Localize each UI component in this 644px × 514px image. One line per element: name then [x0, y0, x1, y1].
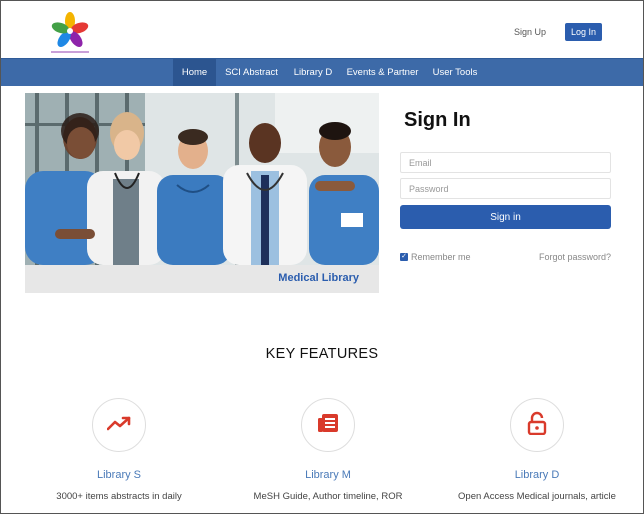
- nav-item-events-partner[interactable]: Events & Partner: [343, 59, 422, 86]
- feature-name-library-d[interactable]: Library D: [437, 469, 637, 481]
- nav-item-home[interactable]: Home: [173, 59, 216, 86]
- page-frame: Sign Up Log In Home SCI Abstract Library…: [0, 0, 644, 514]
- log-in-button[interactable]: Log In: [565, 23, 602, 41]
- trending-up-icon: [106, 415, 131, 436]
- signin-title: Sign In: [404, 109, 471, 131]
- nav-item-library-d[interactable]: Library D: [287, 59, 339, 86]
- nav-item-sci-abstract[interactable]: SCI Abstract: [220, 59, 283, 86]
- unlock-icon: [526, 411, 548, 440]
- feature-icon-circle[interactable]: [92, 398, 146, 452]
- remember-me: ✓ Remember me: [400, 252, 471, 262]
- nav-item-user-tools[interactable]: User Tools: [427, 59, 483, 86]
- hero-caption: Medical Library: [278, 272, 359, 284]
- features-title: KEY FEATURES: [265, 346, 379, 362]
- feature-desc-library-s: 3000+ items abstracts in daily: [56, 491, 182, 502]
- flower-logo-icon[interactable]: [45, 11, 95, 57]
- feature-name-library-m[interactable]: Library M: [228, 469, 428, 481]
- main-nav: Home SCI Abstract Library D Events & Par…: [1, 58, 643, 86]
- hero-banner: Medical Library: [25, 93, 379, 293]
- sign-up-link[interactable]: Sign Up: [514, 27, 546, 37]
- feature-name-library-s[interactable]: Library S: [19, 469, 219, 481]
- sign-in-button[interactable]: Sign in: [400, 205, 611, 229]
- feature-desc-library-m: MeSH Guide, Author timeline, ROR: [253, 491, 403, 502]
- feature-desc-library-d: Open Access Medical journals, article: [458, 491, 616, 502]
- forgot-password-link[interactable]: Forgot password?: [539, 252, 611, 262]
- newspaper-icon: [316, 411, 340, 440]
- email-field[interactable]: [400, 152, 611, 173]
- feature-icon-circle[interactable]: [301, 398, 355, 452]
- password-field[interactable]: [400, 178, 611, 199]
- remember-me-checkbox[interactable]: ✓: [400, 253, 408, 261]
- remember-me-label: Remember me: [411, 252, 471, 262]
- medical-staff-photo: [25, 93, 379, 265]
- site-header: Sign Up Log In: [1, 1, 643, 58]
- feature-icon-circle[interactable]: [510, 398, 564, 452]
